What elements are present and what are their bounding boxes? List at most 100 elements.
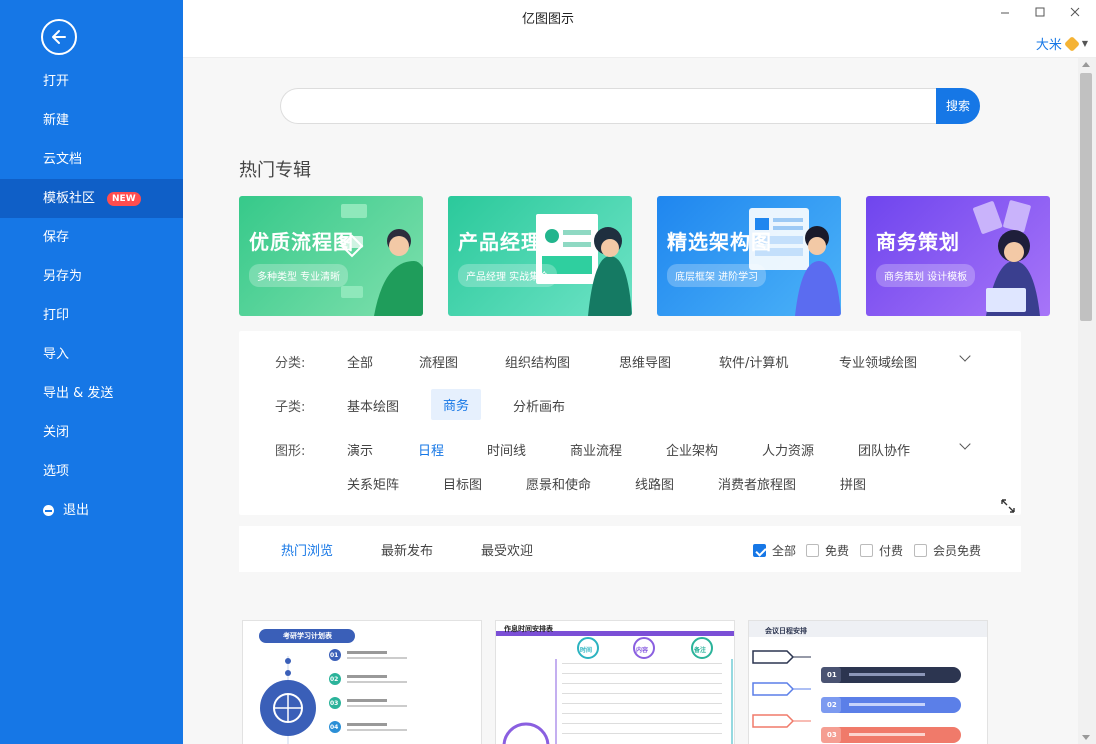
template-title: 作息时间安排表	[504, 625, 553, 633]
shape-option[interactable]: 演示	[347, 440, 373, 459]
banner-product-manager[interactable]: 产品经理 产品经理 实战集合	[448, 196, 632, 316]
category-option[interactable]: 组织结构图	[505, 352, 570, 371]
filter-check-member-free[interactable]: 会员免费	[914, 542, 981, 559]
template-column-label: 内容	[636, 647, 649, 654]
template-title: 会议日程安排	[765, 627, 807, 635]
maximize-icon[interactable]	[1030, 4, 1050, 24]
template-row-label: 04	[330, 724, 339, 731]
sidebar-item-label: 导出 & 发送	[43, 386, 114, 401]
sidebar-item-new[interactable]: 新建	[0, 101, 183, 140]
subcategory-option[interactable]: 基本绘图	[347, 396, 399, 415]
architecture-illustration-icon	[749, 208, 841, 316]
sidebar-item-options[interactable]: 选项	[0, 452, 183, 491]
search-button[interactable]: 搜索	[936, 88, 980, 124]
sidebar-item-label: 新建	[43, 113, 70, 128]
shape-option[interactable]: 愿景和使命	[526, 474, 591, 493]
sidebar-item-import[interactable]: 导入	[0, 335, 183, 374]
banner-subtitle: 商务策划 设计模板	[876, 264, 976, 287]
shape-option[interactable]: 企业架构	[666, 440, 718, 459]
checkbox[interactable]	[860, 544, 873, 557]
vertical-scrollbar[interactable]	[1078, 58, 1096, 744]
search-bar: 搜索	[280, 88, 980, 124]
filter-check-all[interactable]: 全部	[753, 542, 796, 559]
shape-option[interactable]: 线路图	[635, 474, 674, 493]
search-input[interactable]	[280, 88, 940, 124]
template-row-label: 02	[330, 676, 339, 683]
checkbox-label: 免费	[825, 544, 850, 558]
user-name: 大米	[1035, 38, 1062, 53]
sidebar-item-label: 云文档	[43, 152, 83, 167]
close-icon[interactable]	[1065, 4, 1085, 24]
shape-option[interactable]: 关系矩阵	[347, 474, 399, 493]
shape-option[interactable]: 拼图	[840, 474, 866, 493]
banner-subtitle: 底层框架 进阶学习	[667, 264, 767, 287]
user-menu[interactable]: 大米 ▼	[1036, 34, 1088, 53]
back-arrow-icon[interactable]	[41, 19, 77, 55]
sidebar-item-save[interactable]: 保存	[0, 218, 183, 257]
sidebar-item-exit[interactable]: 退出	[0, 491, 183, 530]
category-option[interactable]: 流程图	[419, 352, 458, 371]
sort-bar: 热门浏览 最新发布 最受欢迎 全部 免费 付费 会员免费	[239, 526, 1021, 572]
sidebar-item-save-as[interactable]: 另存为	[0, 257, 183, 296]
tab-popular[interactable]: 最受欢迎	[481, 540, 533, 559]
checkbox[interactable]	[806, 544, 819, 557]
sidebar-item-label: 退出	[63, 503, 90, 518]
shape-option[interactable]: 团队协作	[858, 440, 910, 459]
category-option[interactable]: 思维导图	[619, 352, 671, 371]
checkbox-label: 会员免费	[933, 544, 982, 558]
banner-title: 优质流程图	[249, 230, 354, 254]
sidebar-item-label: 选项	[43, 464, 70, 479]
shape-option[interactable]: 时间线	[487, 440, 526, 459]
template-row-label: 03	[330, 700, 339, 707]
sidebar-item-close[interactable]: 关闭	[0, 413, 183, 452]
sidebar-item-cloud-docs[interactable]: 云文档	[0, 140, 183, 179]
shape-option[interactable]: 商业流程	[570, 440, 622, 459]
template-row-label: 03	[827, 731, 837, 739]
template-row-label: 01	[330, 652, 339, 659]
template-card[interactable]: 作息时间安排表 时间 内容 备注	[495, 620, 735, 744]
scroll-up-icon[interactable]	[1082, 62, 1090, 67]
banner-architecture[interactable]: 精选架构图 底层框架 进阶学习	[657, 196, 841, 316]
shape-option[interactable]: 人力资源	[762, 440, 814, 459]
minimize-icon[interactable]	[995, 4, 1015, 24]
sidebar-item-print[interactable]: 打印	[0, 296, 183, 335]
expand-icon[interactable]	[1001, 499, 1015, 513]
sidebar-item-label: 打印	[43, 308, 70, 323]
subcategory-option-selected[interactable]: 商务	[431, 389, 482, 420]
scroll-down-icon[interactable]	[1082, 735, 1090, 740]
sidebar-item-open[interactable]: 打开	[0, 62, 183, 101]
template-card[interactable]: 考研学习计划表 01 02 03 04	[242, 620, 482, 744]
tab-hot[interactable]: 热门浏览	[281, 540, 333, 559]
subcategory-option[interactable]: 分析画布	[513, 396, 565, 415]
shape-option-selected[interactable]: 日程	[418, 440, 444, 459]
shape-option[interactable]: 目标图	[443, 474, 482, 493]
business-plan-illustration-icon	[973, 200, 1040, 316]
tab-latest[interactable]: 最新发布	[381, 540, 433, 559]
sidebar-item-template-community[interactable]: 模板社区 NEW	[0, 179, 183, 218]
template-card[interactable]: 会议日程安排 01 02 03	[748, 620, 988, 744]
sidebar: 打开 新建 云文档 模板社区 NEW 保存 另存为 打印 导入 导出 & 发送 关…	[0, 0, 183, 744]
checkbox[interactable]	[914, 544, 927, 557]
chevron-down-icon[interactable]	[959, 350, 971, 362]
sidebar-menu: 打开 新建 云文档 模板社区 NEW 保存 另存为 打印 导入 导出 & 发送 关…	[0, 62, 183, 530]
shape-option[interactable]: 消费者旅程图	[718, 474, 796, 493]
section-title: 热门专辑	[239, 160, 311, 181]
chevron-down-icon[interactable]	[959, 438, 971, 450]
sidebar-item-label: 关闭	[43, 425, 70, 440]
sidebar-item-export-send[interactable]: 导出 & 发送	[0, 374, 183, 413]
product-manager-illustration-icon	[536, 214, 632, 316]
category-option[interactable]: 软件/计算机	[719, 352, 788, 371]
banner-business-plan[interactable]: 商务策划 商务策划 设计模板	[866, 196, 1050, 316]
template-column-label: 备注	[694, 647, 707, 654]
filter-check-paid[interactable]: 付费	[860, 542, 903, 559]
category-option[interactable]: 全部	[347, 352, 373, 371]
filter-check-free[interactable]: 免费	[806, 542, 849, 559]
category-option[interactable]: 专业领域绘图	[839, 352, 917, 371]
banner-subtitle: 多种类型 专业清晰	[249, 264, 349, 287]
subcategory-label: 子类:	[275, 400, 306, 415]
scroll-thumb[interactable]	[1080, 73, 1092, 321]
checkbox[interactable]	[753, 544, 766, 557]
banner-flowchart[interactable]: 优质流程图 多种类型 专业清晰	[239, 196, 423, 316]
chevron-down-icon: ▼	[1081, 39, 1088, 48]
banner-subtitle: 产品经理 实战集合	[458, 264, 558, 287]
